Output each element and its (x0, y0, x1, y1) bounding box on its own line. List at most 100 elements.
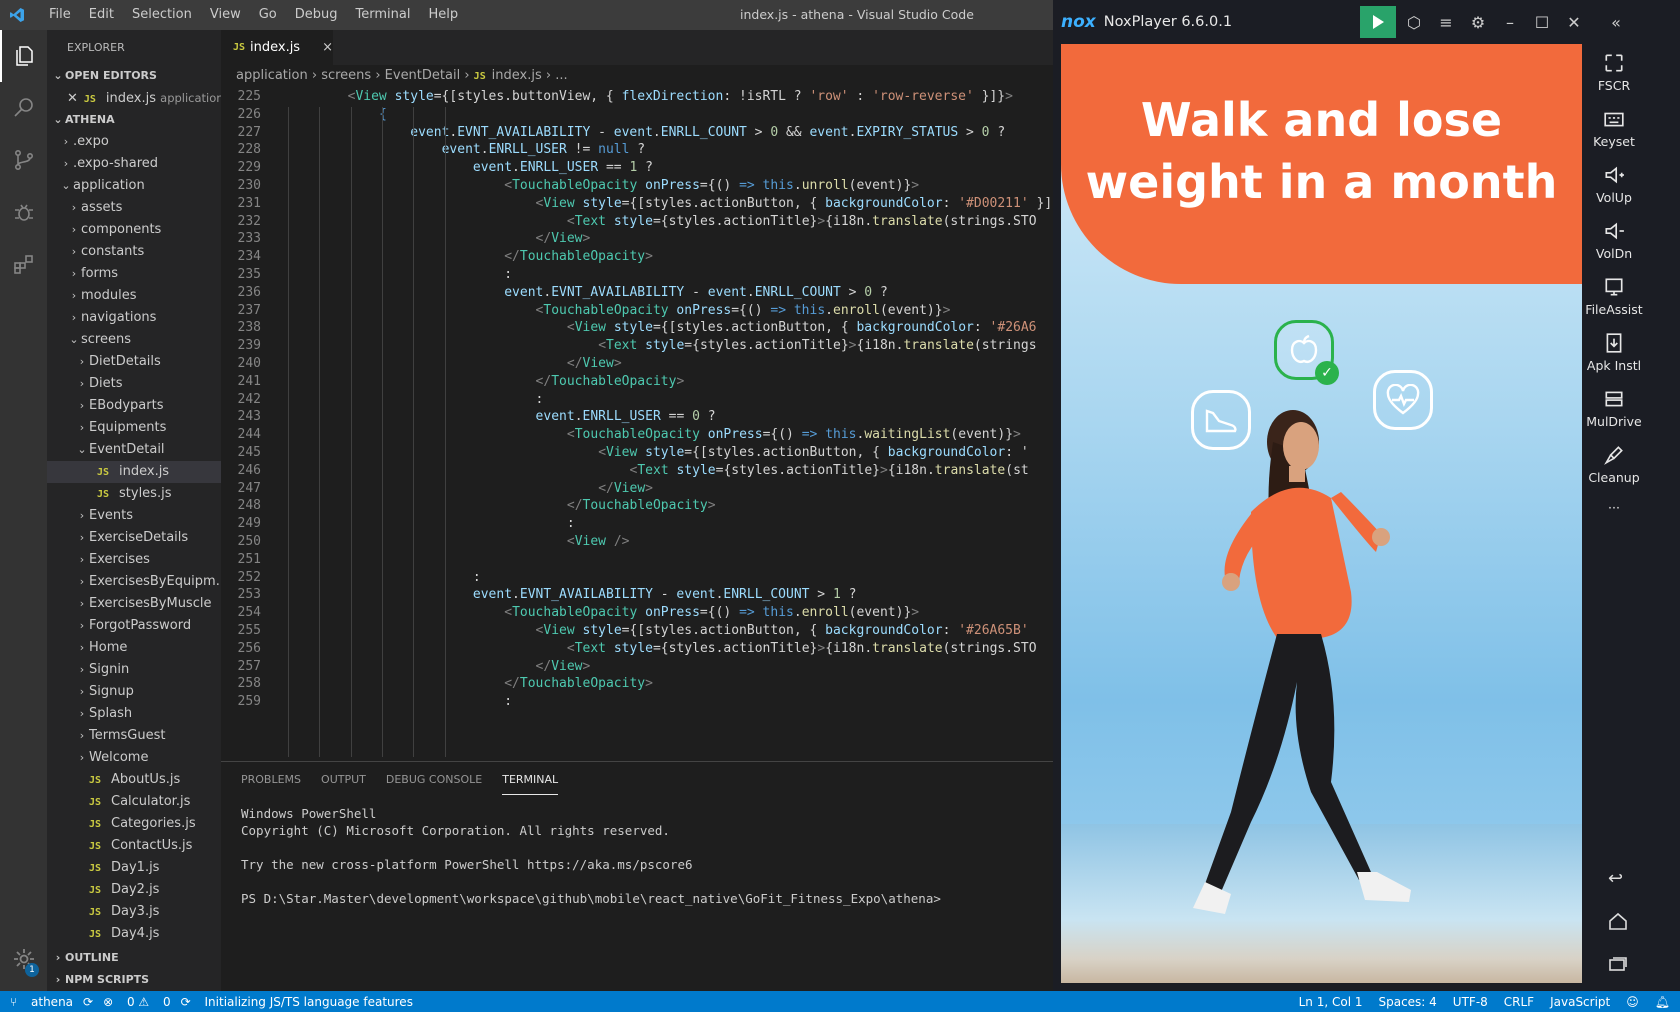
close-tab-icon[interactable]: × (322, 40, 333, 55)
minimize-icon[interactable]: – (1494, 13, 1526, 32)
npm-scripts-section[interactable]: › NPM SCRIPTS (47, 969, 221, 991)
file-item[interactable]: JS Day3.js (47, 901, 221, 923)
nox-side-apk-instl[interactable]: Apk Instl (1582, 324, 1646, 380)
menu-item-go[interactable]: Go (250, 0, 286, 30)
folder-item[interactable]: › Signup (47, 681, 221, 703)
feedback-icon[interactable]: ☺ (1626, 995, 1639, 1009)
code-area[interactable]: 225 <View style={[styles.buttonView, { fl… (221, 87, 1053, 761)
folder-item[interactable]: › Signin (47, 659, 221, 681)
cursor-position[interactable]: Ln 1, Col 1 (1299, 995, 1363, 1009)
folder-item[interactable]: ⌄ screens (47, 329, 221, 351)
tab-debug-console[interactable]: DEBUG CONSOLE (386, 765, 482, 794)
folder-item[interactable]: › ForgotPassword (47, 615, 221, 637)
folder-item[interactable]: › Equipments (47, 417, 221, 439)
branch-item[interactable]: ⑂ athena (10, 995, 73, 1009)
terminal-output[interactable]: Windows PowerShell Copyright (C) Microsof… (221, 797, 1053, 915)
extensions-icon[interactable] (0, 238, 47, 290)
folder-item[interactable]: › DietDetails (47, 351, 221, 373)
breadcrumb-item[interactable]: application (236, 68, 308, 83)
source-control-icon[interactable] (0, 134, 47, 186)
maximize-icon[interactable]: ☐ (1526, 13, 1558, 32)
file-item[interactable]: JS styles.js (47, 483, 221, 505)
menu-item-debug[interactable]: Debug (286, 0, 347, 30)
nox-side-volup[interactable]: VolUp (1582, 156, 1646, 212)
menu-item-file[interactable]: File (40, 0, 80, 30)
folder-item[interactable]: › EBodyparts (47, 395, 221, 417)
breadcrumb-item[interactable]: screens (321, 68, 371, 83)
nox-side-cleanup[interactable]: Cleanup (1582, 436, 1646, 492)
menu-item-terminal[interactable]: Terminal (347, 0, 420, 30)
folder-item[interactable]: › Events (47, 505, 221, 527)
recent-apps-icon[interactable] (1608, 956, 1628, 976)
folder-item[interactable]: › modules (47, 285, 221, 307)
close-icon[interactable]: ✕ (67, 91, 78, 106)
outline-section[interactable]: › OUTLINE (47, 947, 221, 969)
folder-item[interactable]: ⌄ application (47, 175, 221, 197)
tab-problems[interactable]: PROBLEMS (241, 765, 301, 794)
menu-item-help[interactable]: Help (419, 0, 467, 30)
back-icon[interactable]: ↩ (1608, 868, 1623, 889)
app-center-icon[interactable]: ⬡ (1398, 13, 1430, 32)
nox-side-muldrive[interactable]: MulDrive (1582, 380, 1646, 436)
home-icon[interactable] (1608, 912, 1628, 934)
language-mode[interactable]: JavaScript (1550, 995, 1610, 1009)
file-item[interactable]: JS Day1.js (47, 857, 221, 879)
menu-item-selection[interactable]: Selection (123, 0, 201, 30)
more-icon[interactable]: ··· (1582, 492, 1646, 522)
play-store-icon[interactable] (1360, 6, 1396, 38)
file-item[interactable]: JS Calculator.js (47, 791, 221, 813)
folder-item[interactable]: › .expo (47, 131, 221, 153)
notifications-icon[interactable]: 🔔︎ (1655, 995, 1670, 1009)
end-of-line[interactable]: CRLF (1504, 995, 1534, 1009)
file-item[interactable]: JS ContactUs.js (47, 835, 221, 857)
folder-item[interactable]: › ExercisesByEquipm... (47, 571, 221, 593)
file-item[interactable]: JS Categories.js (47, 813, 221, 835)
folder-item[interactable]: › Home (47, 637, 221, 659)
athena-section[interactable]: ⌄ ATHENA (47, 109, 221, 131)
collapse-sidebar-icon[interactable]: « (1600, 13, 1632, 32)
problems-item[interactable]: ⊗ 0 ⚠ 0 (103, 995, 171, 1009)
explorer-icon[interactable] (0, 30, 47, 82)
sync-icon[interactable]: ⟳ (83, 995, 93, 1009)
folder-item[interactable]: › Exercises (47, 549, 221, 571)
folder-item[interactable]: › assets (47, 197, 221, 219)
menu-icon[interactable]: ≡ (1430, 13, 1462, 32)
folder-item[interactable]: › components (47, 219, 221, 241)
file-item[interactable]: JS AboutUs.js (47, 769, 221, 791)
folder-item[interactable]: › navigations (47, 307, 221, 329)
nox-side-fscr[interactable]: FSCR (1582, 44, 1646, 100)
folder-item[interactable]: › ExercisesByMuscle (47, 593, 221, 615)
folder-item[interactable]: › TermsGuest (47, 725, 221, 747)
close-icon[interactable]: ✕ (1558, 13, 1590, 32)
folder-item[interactable]: › ExerciseDetails (47, 527, 221, 549)
settings-icon[interactable]: ⚙ (1462, 13, 1494, 32)
manage-gear-icon[interactable]: 1 (0, 933, 47, 985)
folder-item[interactable]: ⌄ EventDetail (47, 439, 221, 461)
breadcrumb-item[interactable]: ... (555, 68, 567, 83)
folder-item[interactable]: › Splash (47, 703, 221, 725)
file-item[interactable]: JS index.js (47, 461, 221, 483)
nox-side-fileassist[interactable]: FileAssist (1582, 268, 1646, 324)
breadcrumb-item[interactable]: EventDetail (385, 68, 461, 83)
folder-item[interactable]: › constants (47, 241, 221, 263)
android-screen[interactable]: Walk and lose weight in a month ✓ (1061, 44, 1582, 983)
folder-item[interactable]: › Welcome (47, 747, 221, 769)
breadcrumb-item[interactable]: index.js (492, 68, 542, 83)
file-item[interactable]: JS Day4.js (47, 923, 221, 945)
encoding[interactable]: UTF-8 (1453, 995, 1488, 1009)
nox-side-keyset[interactable]: Keyset (1582, 100, 1646, 156)
open-editors-section[interactable]: ⌄ OPEN EDITORS (47, 65, 221, 87)
search-icon[interactable] (0, 82, 47, 134)
file-item[interactable]: JS Day2.js (47, 879, 221, 901)
nox-side-voldn[interactable]: VolDn (1582, 212, 1646, 268)
indentation[interactable]: Spaces: 4 (1378, 995, 1436, 1009)
folder-item[interactable]: › forms (47, 263, 221, 285)
open-editor-item[interactable]: ✕ JS index.js application... (47, 87, 221, 109)
folder-item[interactable]: › .expo-shared (47, 153, 221, 175)
tab-terminal[interactable]: TERMINAL (502, 765, 559, 795)
tab-output[interactable]: OUTPUT (321, 765, 366, 794)
tab-index-js[interactable]: JS index.js × (221, 30, 333, 65)
folder-item[interactable]: › Diets (47, 373, 221, 395)
menu-item-view[interactable]: View (201, 0, 250, 30)
debug-icon[interactable] (0, 186, 47, 238)
